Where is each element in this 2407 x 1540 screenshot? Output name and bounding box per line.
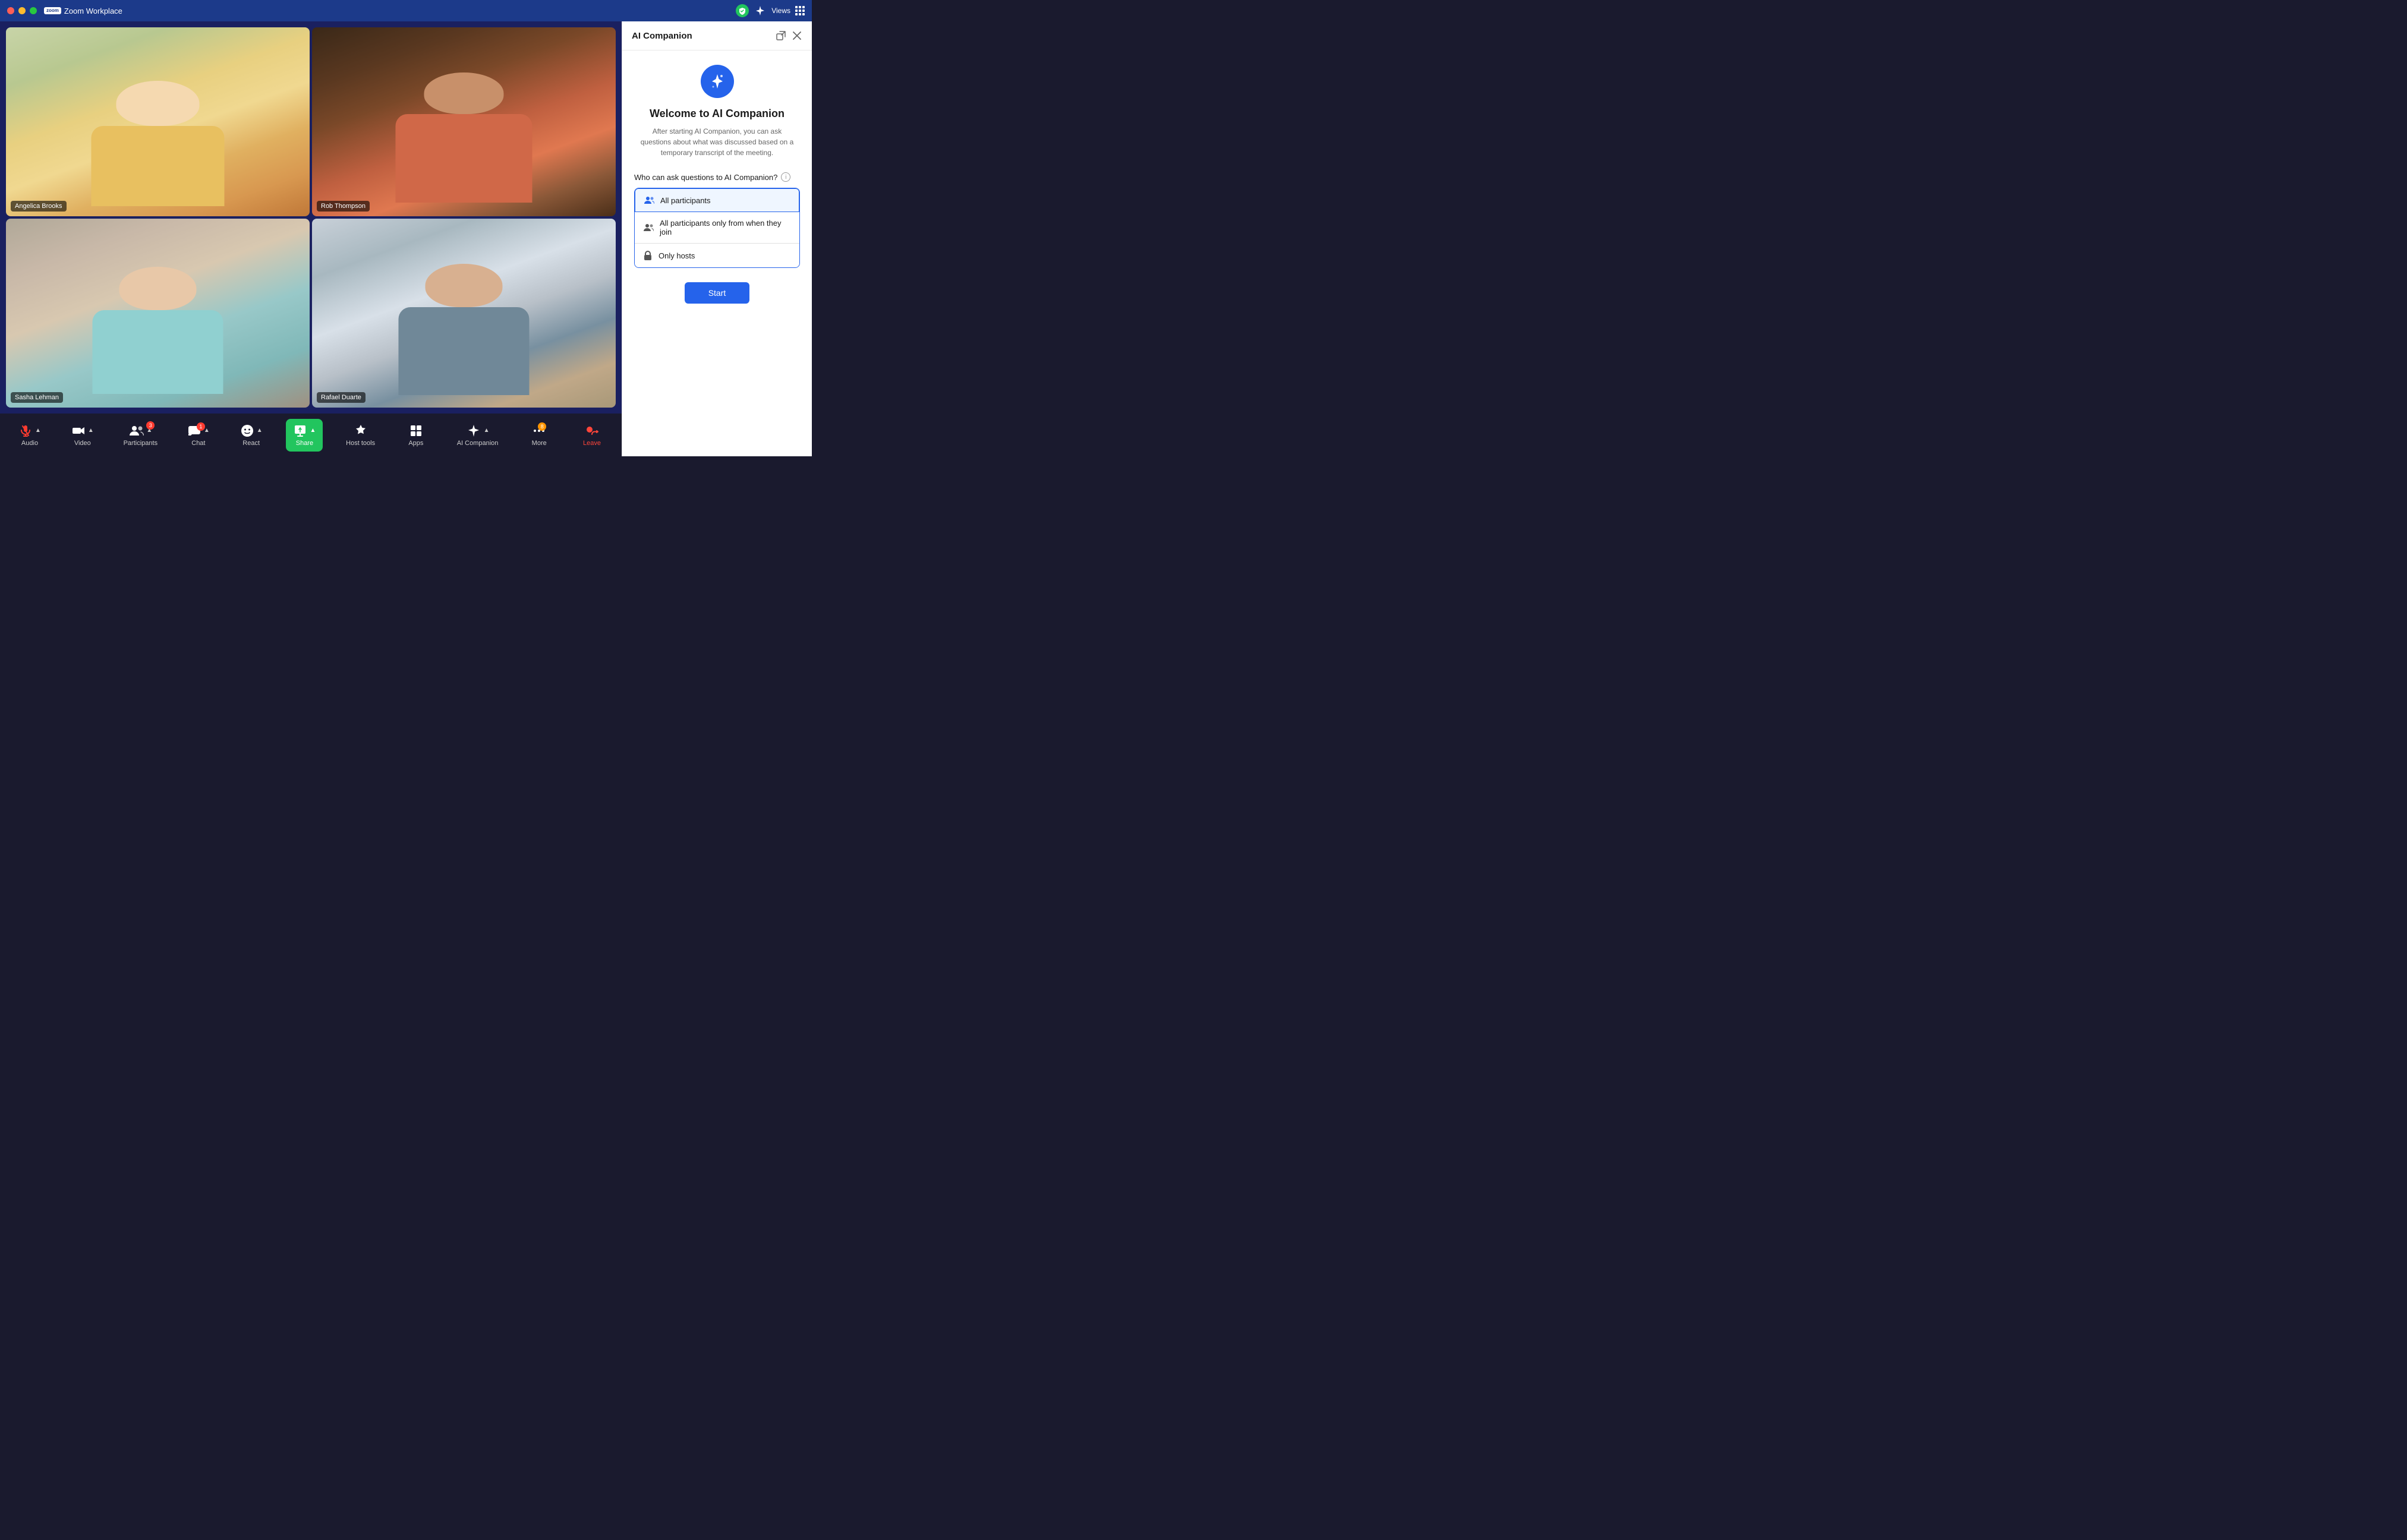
video-tile-1: Angelica Brooks bbox=[6, 27, 310, 216]
video-tile-3: Sasha Lehman bbox=[6, 219, 310, 408]
video-icon bbox=[71, 424, 86, 438]
video-tile-2: Rob Thompson bbox=[312, 27, 616, 216]
lock-icon bbox=[643, 250, 653, 261]
ai-welcome-title: Welcome to AI Companion bbox=[650, 108, 785, 120]
window-controls bbox=[7, 7, 37, 14]
main-content: Angelica Brooks Rob Thompson bbox=[0, 21, 812, 456]
ai-panel-header: AI Companion bbox=[622, 21, 812, 51]
host-tools-label: Host tools bbox=[346, 440, 375, 447]
react-icon bbox=[240, 424, 254, 438]
start-button[interactable]: Start bbox=[685, 282, 750, 304]
participant-label-3: Sasha Lehman bbox=[11, 392, 63, 403]
panel-close-button[interactable] bbox=[792, 30, 802, 41]
video-tile-4: Rafael Duarte bbox=[312, 219, 616, 408]
views-label: Views bbox=[771, 7, 790, 15]
toolbar-item-ai-companion[interactable]: ▲ AI Companion bbox=[451, 420, 505, 450]
ai-icon-circle bbox=[701, 65, 734, 98]
zoom-logo: zoom Zoom Workplace bbox=[44, 7, 122, 15]
ai-companion-label: AI Companion bbox=[457, 440, 499, 447]
ai-panel-actions bbox=[775, 30, 802, 42]
ai-question-text: Who can ask questions to AI Companion? bbox=[634, 173, 777, 182]
people-icon-2 bbox=[643, 223, 654, 232]
ai-sparkle-header-icon[interactable] bbox=[754, 4, 767, 17]
ai-panel-body: Welcome to AI Companion After starting A… bbox=[622, 51, 812, 456]
host-tools-icon bbox=[354, 424, 368, 438]
toolbar: ▲ Audio ▲ Video bbox=[0, 414, 622, 456]
mic-icon bbox=[18, 424, 33, 438]
audio-label: Audio bbox=[21, 440, 38, 447]
participants-badge: 3 bbox=[146, 421, 155, 430]
participant-label-4: Rafael Duarte bbox=[317, 392, 366, 403]
shield-icon[interactable] bbox=[736, 4, 749, 17]
share-label: Share bbox=[296, 440, 313, 447]
title-bar-actions: Views bbox=[736, 4, 805, 17]
react-caret: ▲ bbox=[257, 427, 263, 434]
minimize-button[interactable] bbox=[18, 7, 26, 14]
participants-label: Participants bbox=[124, 440, 157, 447]
ai-welcome-desc: After starting AI Companion, you can ask… bbox=[640, 126, 795, 158]
ai-panel-title: AI Companion bbox=[632, 31, 692, 41]
more-badge: 8 bbox=[538, 422, 546, 431]
maximize-button[interactable] bbox=[30, 7, 37, 14]
apps-icon bbox=[409, 424, 423, 438]
video-caret: ▲ bbox=[88, 427, 94, 434]
ai-companion-caret: ▲ bbox=[484, 427, 490, 434]
participant-label-2: Rob Thompson bbox=[317, 201, 370, 212]
video-area: Angelica Brooks Rob Thompson bbox=[0, 21, 622, 414]
toolbar-item-host-tools[interactable]: Host tools bbox=[340, 420, 381, 450]
ai-companion-icon bbox=[466, 424, 481, 438]
people-icon-1 bbox=[644, 195, 654, 205]
option-text-2: All participants only from when they joi… bbox=[660, 219, 791, 236]
panel-popout-button[interactable] bbox=[775, 30, 787, 42]
participant-label-1: Angelica Brooks bbox=[11, 201, 67, 212]
toolbar-item-apps[interactable]: Apps bbox=[398, 420, 434, 450]
grid-icon bbox=[795, 6, 805, 15]
more-label: More bbox=[532, 440, 547, 447]
views-button[interactable]: Views bbox=[771, 6, 805, 15]
toolbar-item-react[interactable]: ▲ React bbox=[234, 420, 269, 450]
title-bar: zoom Zoom Workplace Views bbox=[0, 0, 812, 21]
audio-caret: ▲ bbox=[35, 427, 41, 434]
react-label: React bbox=[242, 440, 260, 447]
toolbar-item-share[interactable]: ▲ Share bbox=[286, 419, 323, 452]
toolbar-item-audio[interactable]: ▲ Audio bbox=[12, 420, 48, 450]
options-list: All participants All participants only f… bbox=[634, 188, 800, 268]
share-caret: ▲ bbox=[310, 427, 316, 434]
participants-icon bbox=[128, 424, 144, 438]
option-all-participants-join[interactable]: All participants only from when they joi… bbox=[635, 212, 799, 244]
toolbar-item-video[interactable]: ▲ Video bbox=[65, 420, 100, 450]
toolbar-item-participants[interactable]: 3 ▲ Participants bbox=[118, 420, 163, 450]
zoom-logo-icon: zoom bbox=[44, 7, 61, 14]
video-grid: Angelica Brooks Rob Thompson bbox=[6, 27, 616, 408]
chat-label: Chat bbox=[191, 440, 205, 447]
zoom-logo-text: Zoom Workplace bbox=[64, 7, 122, 15]
ai-companion-panel: AI Companion bbox=[622, 21, 812, 456]
video-label: Video bbox=[74, 440, 91, 447]
ai-sparkle-icon bbox=[708, 72, 726, 90]
toolbar-item-more[interactable]: 8 More bbox=[521, 420, 557, 450]
leave-label: Leave bbox=[583, 440, 601, 447]
info-icon[interactable]: i bbox=[781, 172, 790, 182]
chat-badge: 1 bbox=[197, 422, 205, 431]
option-only-hosts[interactable]: Only hosts bbox=[635, 244, 799, 267]
ai-question-label: Who can ask questions to AI Companion? i bbox=[634, 172, 800, 182]
option-all-participants[interactable]: All participants bbox=[635, 188, 799, 212]
leave-icon bbox=[584, 424, 600, 438]
option-text-1: All participants bbox=[660, 196, 711, 205]
toolbar-item-leave[interactable]: Leave bbox=[574, 420, 610, 450]
apps-label: Apps bbox=[408, 440, 423, 447]
option-text-3: Only hosts bbox=[659, 251, 695, 260]
close-button[interactable] bbox=[7, 7, 14, 14]
share-icon bbox=[293, 424, 307, 438]
toolbar-item-chat[interactable]: 1 ▲ Chat bbox=[181, 420, 216, 450]
